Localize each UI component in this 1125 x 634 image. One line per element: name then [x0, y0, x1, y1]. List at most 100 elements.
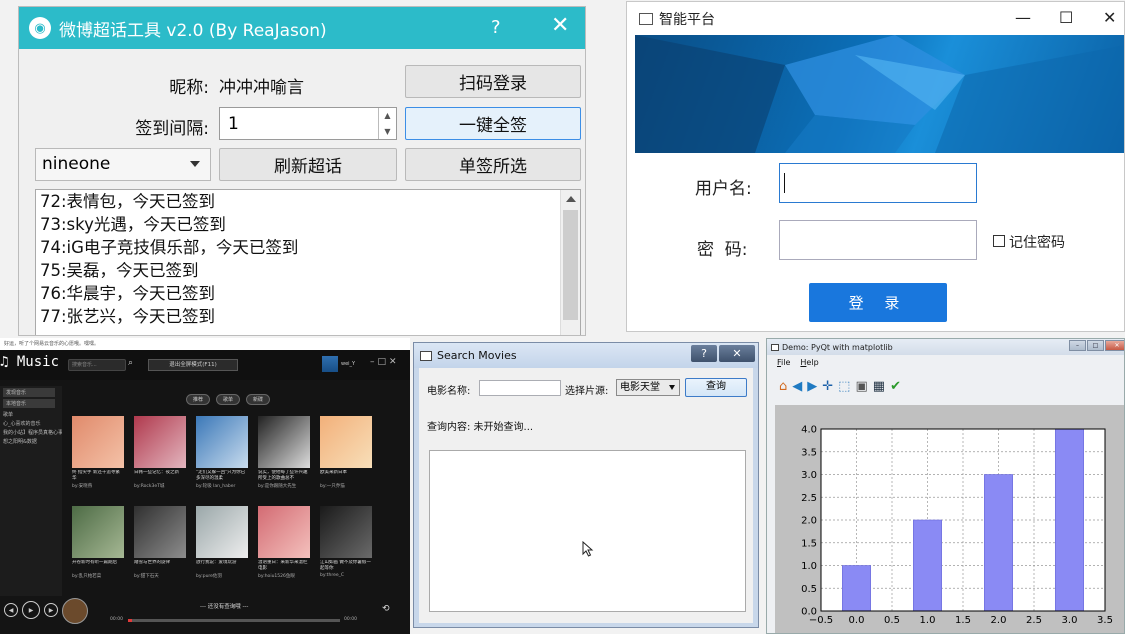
subplots-icon[interactable]: ▣: [855, 379, 867, 395]
sign-selected-button[interactable]: 单签所选: [405, 148, 581, 181]
save-icon[interactable]: ▦: [873, 379, 885, 395]
sidebar-item-data[interactable]: 想之阳明&数据: [0, 437, 62, 446]
album-title[interactable]: 踏雪与世界的旋律: [134, 560, 186, 572]
y-tick-label: 3.0: [801, 470, 817, 481]
minimize-button[interactable]: –: [1069, 340, 1086, 351]
scrollbar-thumb[interactable]: [563, 210, 578, 320]
album-card[interactable]: "走们又躲一回"只为你已多深尽的温柔 by:轮吸 lan_haber: [196, 416, 248, 489]
album-title[interactable]: 江山如画 做不及你暑假一起等你: [320, 560, 372, 572]
exit-fullscreen-button[interactable]: 退出全屏模式(F11): [148, 359, 238, 371]
sidebar-item-playlists[interactable]: 歌单: [0, 410, 62, 419]
album-cover[interactable]: [134, 416, 186, 468]
close-button[interactable]: ✕: [1105, 340, 1124, 351]
refresh-topics-button[interactable]: 刷新超话: [219, 148, 397, 181]
scan-login-button[interactable]: 扫码登录: [405, 65, 581, 98]
scroll-up-icon[interactable]: [565, 196, 576, 202]
previous-icon[interactable]: ◀: [4, 603, 18, 617]
account-combo[interactable]: nineone: [35, 148, 211, 181]
album-cover[interactable]: [134, 506, 186, 558]
interval-spinbox[interactable]: 1 ▲ ▼: [219, 107, 397, 140]
album-card[interactable]: 踏雪与世界的旋律 by:甜下石天: [134, 506, 186, 579]
movie-name-input[interactable]: [479, 380, 561, 396]
spin-down-icon[interactable]: ▼: [384, 127, 390, 136]
album-card[interactable]: 终 指尖手 新还十追寻繁华 by:安晓燕: [72, 416, 124, 489]
search-icon[interactable]: ⌕: [128, 358, 133, 368]
close-button[interactable]: ✕: [551, 13, 569, 38]
minimize-button[interactable]: —: [1015, 8, 1031, 27]
bar[interactable]: [842, 565, 872, 612]
bar[interactable]: [913, 519, 943, 612]
album-card[interactable]: 放行我说：爱境玩游 by:pure佐羽: [196, 506, 248, 579]
album-title[interactable]: 开卷新时有听一篇期后: [72, 560, 124, 572]
user-name[interactable]: wei_Y: [341, 361, 355, 367]
spin-arrows[interactable]: ▲ ▼: [378, 108, 396, 139]
source-select[interactable]: 电影天堂: [616, 379, 680, 396]
window-controls[interactable]: –□✕: [370, 357, 400, 367]
back-icon[interactable]: ◀: [792, 379, 802, 395]
close-button[interactable]: ✕: [719, 345, 755, 362]
forward-icon[interactable]: ▶: [807, 379, 817, 395]
spin-up-icon[interactable]: ▲: [384, 111, 390, 120]
album-title[interactable]: "走们又躲一回"只为你已多深尽的温柔: [196, 470, 248, 482]
menu-file[interactable]: File: [777, 355, 790, 371]
window-title: Demo: PyQt with matplotlib: [782, 342, 893, 352]
album-title[interactable]: 温语重日：来新华来温栏电影: [258, 560, 310, 572]
album-cover[interactable]: [320, 416, 372, 468]
tab-recommend[interactable]: 推荐: [186, 394, 211, 405]
search-input[interactable]: 搜索音乐...: [68, 359, 126, 371]
pan-icon[interactable]: ✛: [822, 379, 833, 395]
sidebar-item-discover[interactable]: 发现音乐: [3, 388, 55, 397]
progress-slider[interactable]: [128, 619, 340, 622]
next-icon[interactable]: ▶: [44, 603, 58, 617]
album-cover[interactable]: [72, 506, 124, 558]
password-input[interactable]: [779, 220, 977, 260]
album-title[interactable]: 说实，使他每了些许兴趣所受上的歌曲总不: [258, 470, 310, 482]
album-title[interactable]: 终 指尖手 新还十追寻繁华: [72, 470, 124, 482]
sidebar-item-station[interactable]: 我的小站】程序员真格心事: [0, 428, 62, 437]
remember-password-label[interactable]: 记住密码: [1009, 232, 1065, 252]
album-card[interactable]: 日韩一些记忆：夜之新 by:Rock3eT城: [134, 416, 186, 489]
status-text: 查询内容: 未开始查询...: [427, 422, 534, 433]
album-cover[interactable]: [72, 416, 124, 468]
avatar[interactable]: [322, 356, 338, 372]
album-card[interactable]: 欧美来新日本 by:一只乔猫: [320, 416, 372, 489]
home-icon[interactable]: ⌂: [779, 379, 787, 395]
help-button[interactable]: ?: [691, 345, 717, 362]
album-title[interactable]: 日韩一些记忆：夜之新: [134, 470, 186, 482]
menu-help[interactable]: Help: [800, 355, 818, 371]
results-area[interactable]: [429, 450, 746, 612]
album-card[interactable]: 开卷新时有听一篇期后 by:乱只帕若菜: [72, 506, 124, 579]
close-button[interactable]: ✕: [1103, 8, 1116, 27]
album-cover[interactable]: [196, 506, 248, 558]
tab-playlists[interactable]: 歌单: [216, 394, 241, 405]
maximize-button[interactable]: □: [1087, 340, 1104, 351]
loop-icon[interactable]: ⟲: [382, 604, 390, 614]
album-title[interactable]: 放行我说：爱境玩游: [196, 560, 248, 572]
check-icon[interactable]: ✔: [890, 379, 901, 395]
album-card[interactable]: 江山如画 做不及你暑假一起等你 by:three_C: [320, 506, 372, 578]
help-button[interactable]: ?: [491, 17, 501, 38]
sign-log-list[interactable]: 72:表情包，今天已签到 73:sky光遇，今天已签到 74:iG电子竞技俱乐部…: [35, 189, 581, 335]
bar[interactable]: [1054, 428, 1084, 612]
maximize-button[interactable]: ☐: [1059, 8, 1073, 27]
sidebar-item-local[interactable]: 本地音乐: [3, 399, 55, 408]
bar[interactable]: [984, 474, 1014, 612]
sidebar-item-favorites[interactable]: 心_心喜欢的音乐: [0, 419, 62, 428]
query-button[interactable]: 查询: [685, 378, 747, 397]
login-button[interactable]: 登 录: [809, 283, 947, 322]
album-cover[interactable]: [196, 416, 248, 468]
zoom-icon[interactable]: ⬚: [838, 379, 850, 395]
sign-all-button[interactable]: 一键全签: [405, 107, 581, 140]
tab-new-albums[interactable]: 新碟: [246, 394, 271, 405]
album-card[interactable]: 说实，使他每了些许兴趣所受上的歌曲总不 by:是你跟随大先生: [258, 416, 310, 489]
username-input[interactable]: [779, 163, 977, 203]
album-cover[interactable]: [258, 506, 310, 558]
album-card[interactable]: 温语重日：来新华来温栏电影 by:hoiu1526鱼眼: [258, 506, 310, 579]
play-icon[interactable]: ▶: [22, 601, 40, 619]
album-title[interactable]: 欧美来新日本: [320, 470, 372, 482]
scrollbar[interactable]: [560, 190, 580, 335]
album-cover[interactable]: [258, 416, 310, 468]
remember-password-checkbox[interactable]: [993, 235, 1005, 247]
album-author: by:hoiu1526鱼眼: [258, 574, 295, 579]
album-cover[interactable]: [320, 506, 372, 558]
